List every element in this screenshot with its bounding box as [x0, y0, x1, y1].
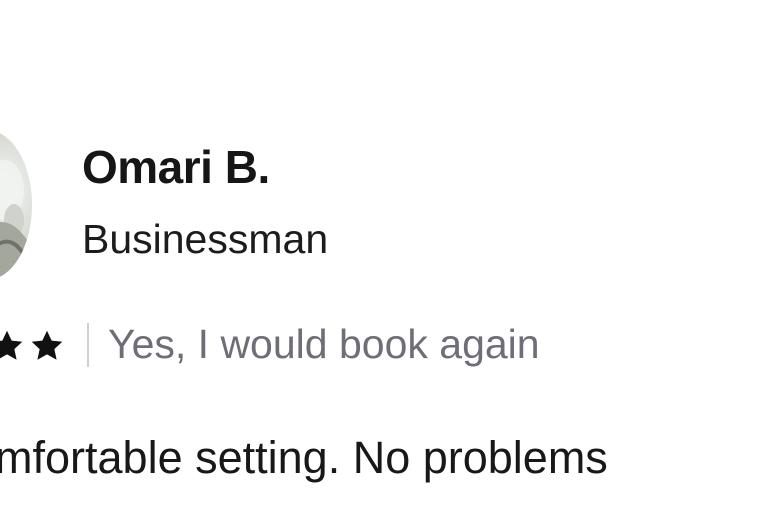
star-icon	[0, 330, 23, 360]
review-text: omfortable setting. No problems	[0, 432, 608, 483]
review-card: Omari B. Businessman Yes, I would book a…	[0, 0, 768, 514]
reviewer-name: Omari B.	[82, 141, 270, 193]
star-icon	[31, 330, 63, 360]
avatar-photo	[0, 160, 27, 280]
star-rating	[0, 328, 66, 364]
book-again-label: Yes, I would book again	[108, 321, 540, 367]
rating-divider	[87, 323, 89, 367]
rating-row: Yes, I would book again	[0, 318, 768, 374]
reviewer-role: Businessman	[82, 216, 329, 262]
avatar	[0, 130, 32, 280]
